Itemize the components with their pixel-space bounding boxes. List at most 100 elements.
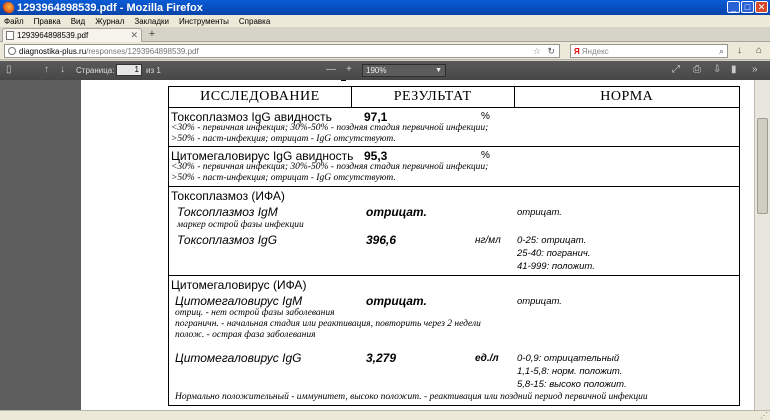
zoom-select[interactable]: 190% ▼ — [362, 64, 446, 77]
header-result: РЕЗУЛЬТАТ — [350, 86, 515, 108]
document-icon — [6, 31, 14, 40]
scrollbar-thumb[interactable] — [757, 118, 768, 214]
search-input[interactable]: Я Яндекс ⌕ — [570, 44, 728, 58]
zoom-in-icon[interactable]: + — [346, 65, 352, 75]
menu-bookmarks[interactable]: Закладки — [134, 17, 169, 26]
tab-bar: 1293964898539.pdf ✕ + — [0, 27, 770, 42]
test-label: Токсоплазмоз IgM — [177, 205, 278, 219]
menu-bar: Файл Правка Вид Журнал Закладки Инструме… — [0, 15, 770, 27]
bookmark-icon[interactable]: ▮ — [731, 65, 737, 75]
sidebar-toggle-icon[interactable]: ▯ — [6, 65, 12, 75]
row-note: пограничн. - начальная стадия или реакти… — [175, 319, 481, 329]
result-unit: нг/мл — [475, 235, 501, 246]
search-placeholder: Яндекс — [581, 46, 609, 56]
maximize-icon[interactable]: □ — [741, 1, 754, 13]
zoom-out-icon[interactable]: — — [326, 65, 336, 75]
row-title: Цитомегаловирус IgG авидность — [171, 149, 354, 163]
result-value: 95,3 — [364, 149, 388, 163]
result-value: отрицат. — [366, 294, 427, 308]
menu-view[interactable]: Вид — [71, 17, 85, 26]
home-icon[interactable]: ⌂ — [756, 45, 762, 56]
table-row: Токсоплазмоз IgG авидность 97,1 % <30% -… — [168, 107, 740, 147]
download-icon[interactable]: ↓ — [737, 45, 742, 56]
next-page-icon[interactable]: ↓ — [60, 65, 65, 75]
print-icon[interactable]: ⎙ — [693, 65, 701, 75]
table-header: ИССЛЕДОВАНИЕ РЕЗУЛЬТАТ НОРМА — [168, 86, 741, 108]
norm-value: отрицат. — [517, 207, 562, 218]
status-bar: ⋰ — [0, 410, 770, 420]
norm-value: 5,8-15: высоко положит. — [517, 379, 627, 390]
page-top-fragment — [341, 80, 346, 81]
tab-pdf[interactable]: 1293964898539.pdf ✕ — [2, 28, 142, 42]
test-label: Цитомегаловирус IgM — [175, 294, 303, 308]
globe-icon — [8, 47, 16, 55]
menu-help[interactable]: Справка — [239, 17, 270, 26]
close-window-icon[interactable]: ✕ — [755, 1, 768, 13]
menu-history[interactable]: Журнал — [95, 17, 124, 26]
result-unit: % — [481, 150, 490, 161]
result-value: 3,279 — [366, 351, 397, 365]
bookmark-star-icon[interactable]: ☆ — [533, 46, 541, 57]
window-titlebar: 1293964898539.pdf - Mozilla Firefox _ □ … — [0, 0, 770, 15]
vertical-scrollbar[interactable] — [754, 80, 770, 410]
header-norm: НОРМА — [513, 86, 741, 108]
norm-value: отрицат. — [517, 296, 562, 307]
menu-edit[interactable]: Правка — [34, 17, 61, 26]
section-title: Токсоплазмоз (ИФА) — [171, 189, 285, 203]
pdf-viewer[interactable]: ИССЛЕДОВАНИЕ РЕЗУЛЬТАТ НОРМА Токсоплазмо… — [0, 80, 770, 410]
minimize-icon[interactable]: _ — [727, 1, 740, 13]
result-unit: ед./л — [475, 353, 499, 364]
norm-value: 1,1-5,8: норм. положит. — [517, 366, 623, 377]
window-controls: _ □ ✕ — [727, 1, 768, 13]
menu-file[interactable]: Файл — [4, 17, 24, 26]
navigation-bar: diagnostika-plus.ru/responses/1293964898… — [0, 42, 770, 60]
norm-value: 0-25: отрицат. — [517, 235, 587, 246]
row-title: Токсоплазмоз IgG авидность — [171, 110, 332, 124]
new-tab-icon[interactable]: + — [146, 29, 158, 41]
url-host: diagnostika-plus.ru — [19, 46, 87, 56]
norm-value: 41-999: положит. — [517, 261, 595, 272]
page-label: Страница: — [76, 66, 115, 75]
row-note: >50% - паст-инфекция; отрицат - IgG отсу… — [171, 173, 396, 183]
table-row: Цитомегаловирус IgG авидность 95,3 % <30… — [168, 146, 740, 187]
pdf-page: ИССЛЕДОВАНИЕ РЕЗУЛЬТАТ НОРМА Токсоплазмо… — [81, 80, 754, 410]
section-title: Цитомегаловирус (ИФА) — [171, 278, 307, 292]
test-label: Токсоплазмоз IgG — [177, 233, 278, 247]
pdf-toolbar: ▯ ↑ ↓ Страница: 1 из 1 — + 190% ▼ ⤢ ⎙ ⇩ … — [0, 61, 770, 80]
row-note: отриц. - нет острой фазы заболевания — [175, 308, 335, 318]
tab-close-icon[interactable]: ✕ — [130, 30, 138, 41]
norm-value: 25-40: погранич. — [517, 248, 591, 259]
table-row: Токсоплазмоз (ИФА) Токсоплазмоз IgM отри… — [168, 186, 740, 276]
firefox-logo-icon — [2, 1, 14, 14]
header-study: ИССЛЕДОВАНИЕ — [168, 86, 352, 108]
chevron-down-icon: ▼ — [435, 67, 442, 74]
result-value: отрицат. — [366, 205, 427, 219]
save-icon[interactable]: ⇩ — [713, 65, 721, 75]
previous-page-icon[interactable]: ↑ — [44, 65, 49, 75]
result-unit: % — [481, 111, 490, 122]
window-title: 1293964898539.pdf - Mozilla Firefox — [17, 1, 203, 14]
row-note: <30% - первичная инфекция; 30%-50% - поз… — [171, 162, 489, 172]
norm-value: 0-0,9: отрицательный — [517, 353, 620, 364]
row-note: <30% - первичная инфекция; 30%-50% - поз… — [171, 123, 489, 133]
row-note: Нормально положительный - иммунитет, выс… — [175, 392, 648, 402]
resize-grip-icon[interactable]: ⋰ — [760, 411, 768, 420]
search-icon[interactable]: ⌕ — [719, 46, 724, 57]
page-count: из 1 — [146, 66, 161, 75]
menu-tools[interactable]: Инструменты — [179, 17, 229, 26]
test-label: Цитомегаловирус IgG — [175, 351, 302, 365]
reload-icon[interactable]: ↻ — [547, 46, 555, 57]
tools-icon[interactable]: » — [752, 65, 758, 75]
zoom-value: 190% — [366, 66, 387, 75]
results-table: ИССЛЕДОВАНИЕ РЕЗУЛЬТАТ НОРМА Токсоплазмо… — [168, 86, 741, 406]
result-value: 97,1 — [364, 110, 388, 124]
fullscreen-icon[interactable]: ⤢ — [672, 65, 680, 75]
url-bar[interactable]: diagnostika-plus.ru/responses/1293964898… — [4, 44, 560, 58]
url-path: /responses/1293964898539.pdf — [86, 46, 199, 56]
row-note: >50% - паст-инфекция; отрицат - IgG отсу… — [171, 134, 396, 144]
yandex-logo-icon: Я — [574, 46, 580, 56]
row-note: полож. - острая фаза заболевания — [175, 330, 316, 340]
row-note: маркер острой фазы инфекции — [177, 220, 304, 230]
table-row: Цитомегаловирус (ИФА) Цитомегаловирус Ig… — [168, 275, 740, 406]
page-number-input[interactable]: 1 — [116, 64, 142, 76]
